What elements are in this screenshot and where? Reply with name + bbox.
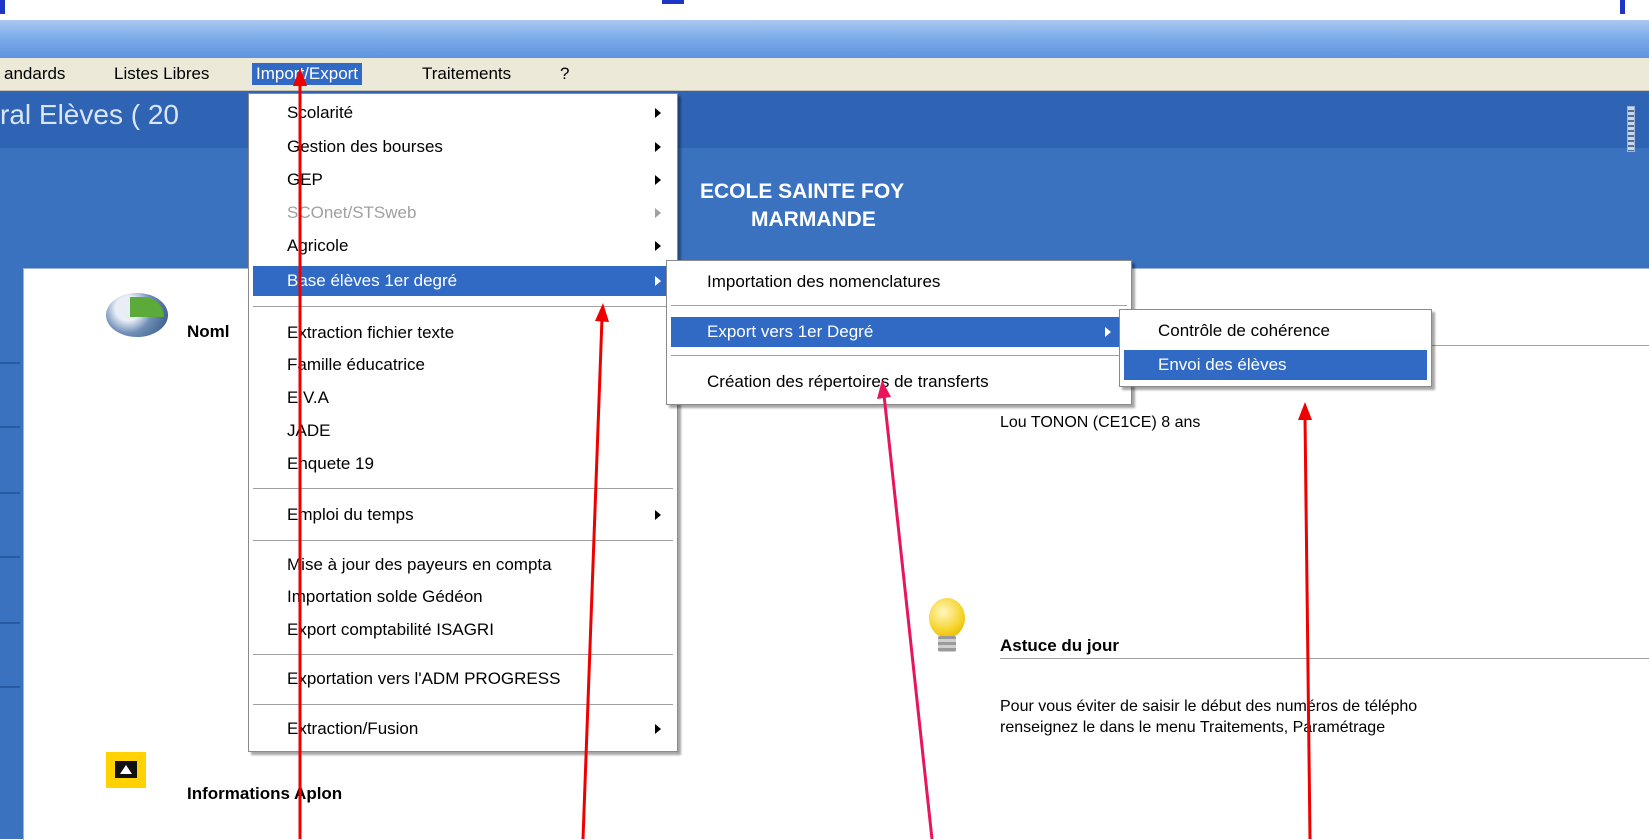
annotation-arrow: [293, 68, 307, 839]
annotation-arrows: [293, 68, 1312, 839]
annotation-arrow: [581, 303, 609, 839]
annotation-arrow: [877, 380, 934, 839]
annotation-arrow: [1298, 402, 1312, 839]
